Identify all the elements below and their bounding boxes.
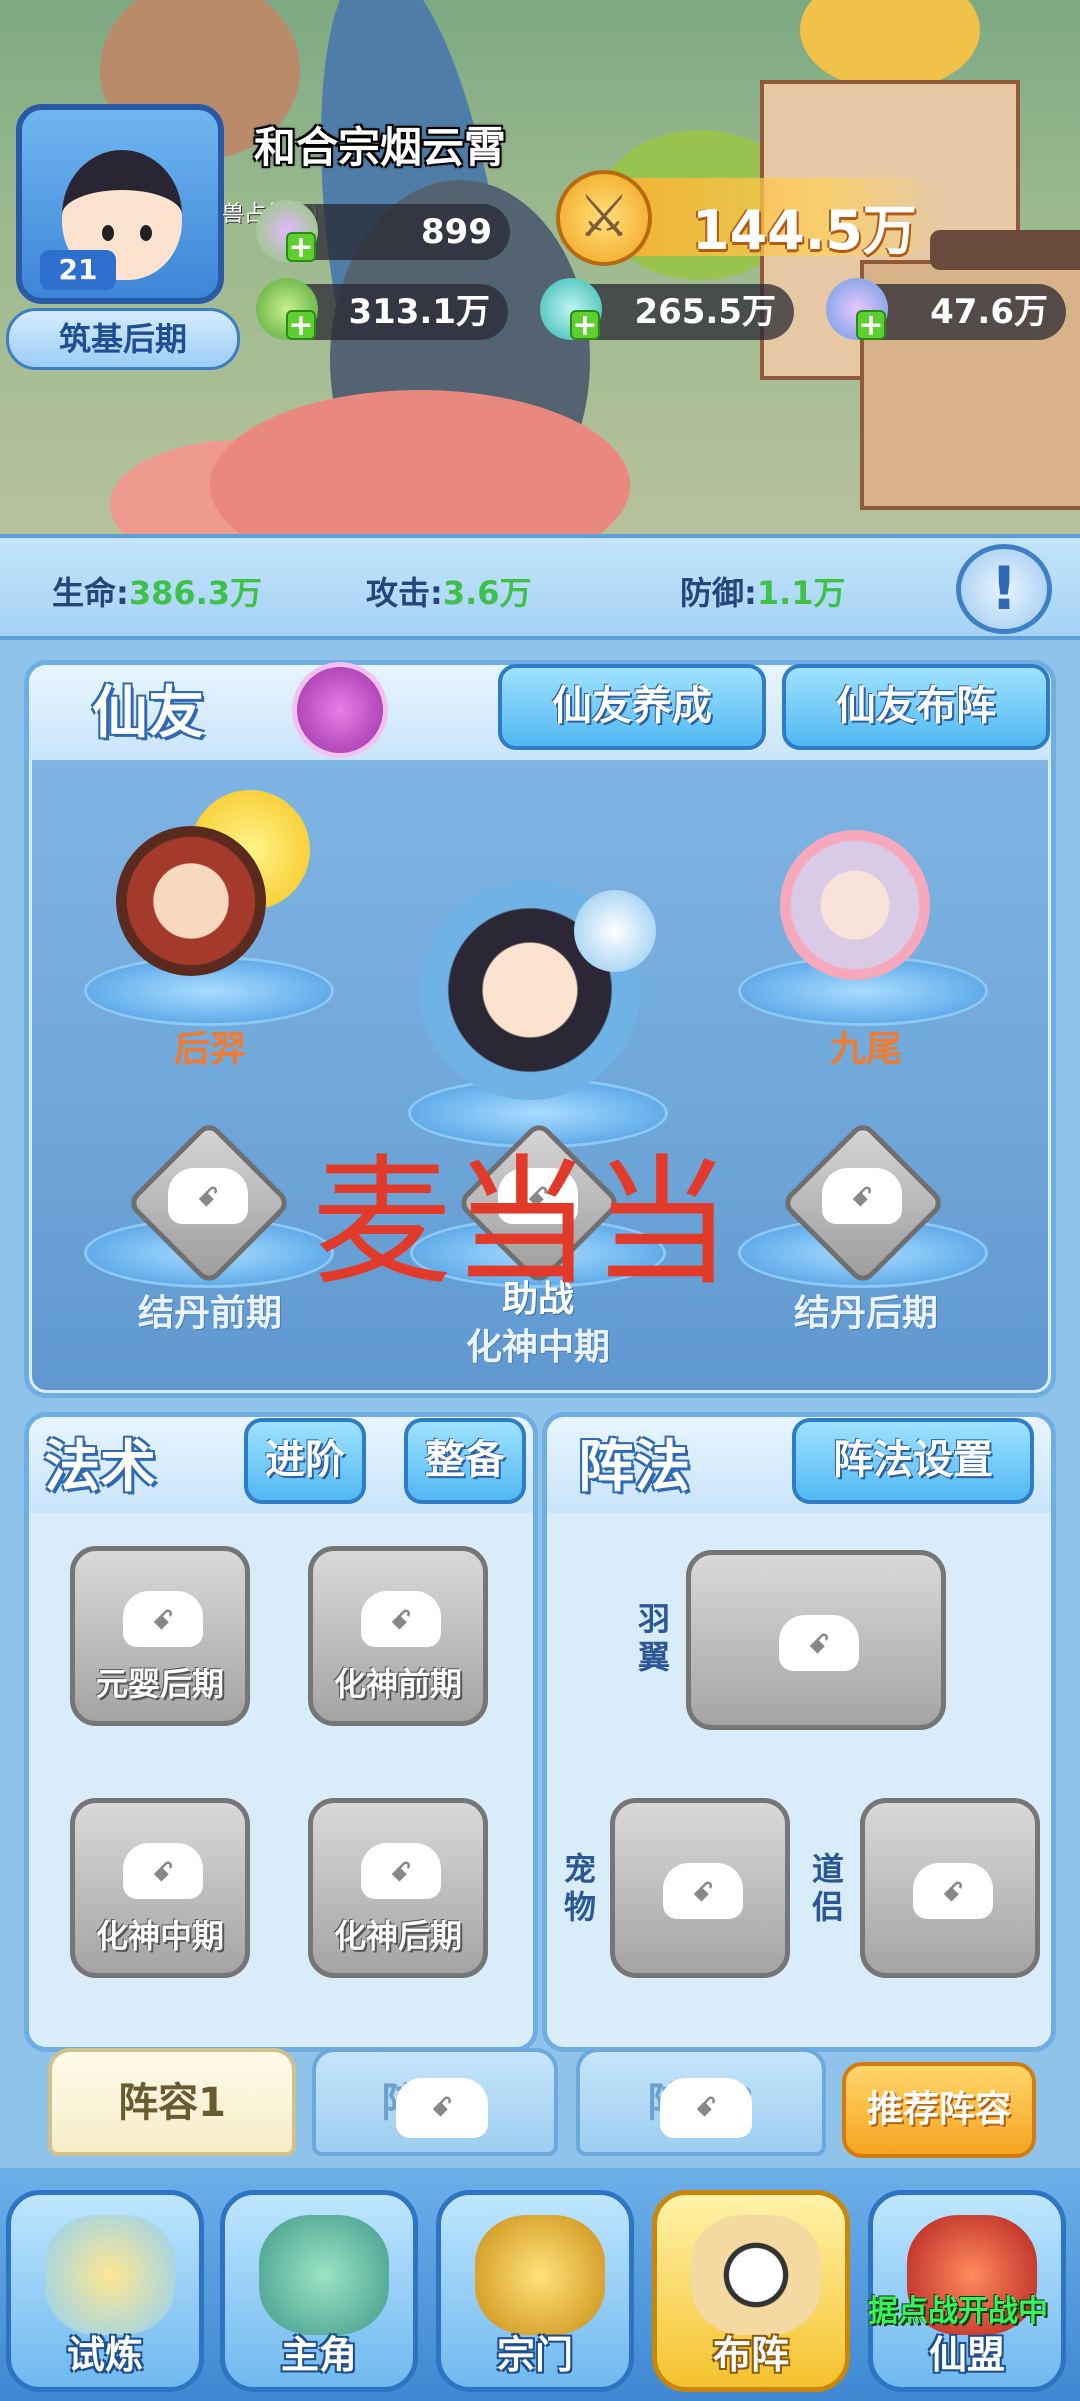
stat-attack-value: 3.6万	[442, 574, 532, 612]
lock-icon: ꗃ	[663, 1863, 743, 1919]
resource-jade-value: 313.1万	[348, 292, 490, 332]
nav-sect-label: 宗门	[496, 2333, 573, 2377]
partner-label: 道侣	[811, 1850, 844, 1926]
lock-icon: ꗃ	[123, 1591, 203, 1647]
nav-alliance-label: 仙盟	[928, 2333, 1005, 2377]
fashu-slot-2-label: 化神前期	[333, 1665, 462, 1703]
incense-burner-icon	[475, 2215, 605, 2335]
lock-icon: ꗃ	[123, 1843, 203, 1899]
fashu-slot-1-label: 元婴后期	[95, 1665, 224, 1703]
recommended-lineup-button[interactable]: 推荐阵容	[842, 2062, 1036, 2158]
stats-bar: 生命:386.3万 攻击:3.6万 防御:1.1万	[0, 534, 1080, 640]
trial-shrine-icon	[45, 2215, 175, 2335]
add-jade-icon[interactable]: +	[286, 310, 316, 341]
nav-hero-label: 主角	[280, 2333, 357, 2377]
zhenfa-title: 阵法	[578, 1435, 690, 1500]
lock-icon: ꗃ	[168, 1168, 248, 1224]
stat-defense: 防御:1.1万	[680, 568, 846, 614]
pet-slot[interactable]: ꗃ	[610, 1798, 790, 1978]
fashu-slot-3[interactable]: ꗃ 化神中期	[70, 1798, 250, 1978]
add-fan-icon[interactable]: +	[856, 310, 886, 341]
fashu-slot-3-label: 化神中期	[95, 1917, 224, 1955]
watermark-text: 麦当当	[312, 1142, 733, 1305]
fashu-advance-button[interactable]: 进阶	[244, 1418, 366, 1504]
stat-defense-label: 防御:	[680, 574, 757, 612]
yin-yang-orb-icon	[574, 890, 656, 972]
locked-slot-right-label: 结丹后期	[793, 1293, 938, 1334]
wing-label: 羽翼	[637, 1600, 670, 1676]
fashu-slot-2[interactable]: ꗃ 化神前期	[308, 1546, 488, 1726]
lock-icon: ꗃ	[396, 2078, 488, 2138]
stat-hp: 生命:386.3万	[52, 568, 262, 614]
zhenfa-settings-button[interactable]: 阵法设置	[792, 1418, 1034, 1504]
add-crystal-icon[interactable]: +	[570, 310, 600, 341]
fashu-slot-1[interactable]: ꗃ 元婴后期	[70, 1546, 250, 1726]
stat-attack-label: 攻击:	[366, 574, 443, 612]
avatar-eye	[102, 225, 114, 241]
partner-slot[interactable]: ꗃ	[860, 1798, 1040, 1978]
alliance-battle-badge: 据点战开战中	[868, 2294, 1048, 2329]
locked-slot-left-label: 结丹前期	[137, 1293, 282, 1334]
meditating-figure-icon	[259, 2215, 389, 2335]
add-orb-icon[interactable]: +	[286, 232, 316, 263]
companion-jiuwei-label: 九尾	[829, 1029, 902, 1070]
pet-label: 宠物	[563, 1850, 596, 1926]
fashu-equip-button[interactable]: 整备	[404, 1418, 526, 1504]
xianyou-cultivate-button[interactable]: 仙友养成	[498, 664, 766, 750]
realm-badge[interactable]: 筑基后期	[6, 308, 240, 370]
fox-emblem-icon[interactable]	[292, 662, 388, 758]
companion-houyi-label: 后羿	[173, 1029, 246, 1070]
lock-icon: ꗃ	[361, 1591, 441, 1647]
xianyou-formation-button[interactable]: 仙友布阵	[782, 664, 1050, 750]
yin-yang-icon	[691, 2215, 821, 2335]
nav-formation-label: 布阵	[712, 2333, 789, 2377]
lock-icon: ꗃ	[361, 1843, 441, 1899]
wing-slot[interactable]: ꗃ	[686, 1550, 946, 1730]
fashu-title: 法术	[44, 1435, 156, 1500]
lock-icon: ꗃ	[779, 1615, 859, 1671]
nav-formation[interactable]: 布阵	[652, 2190, 850, 2392]
info-button[interactable]: !	[956, 544, 1052, 634]
stat-hp-value: 386.3万	[128, 574, 263, 612]
lock-icon: ꗃ	[822, 1168, 902, 1224]
combat-power-value: 144.5万	[692, 199, 917, 262]
player-name: 和合宗烟云霄	[254, 123, 507, 172]
level-badge: 21	[40, 250, 116, 290]
crossed-swords-icon: ⚔	[556, 170, 652, 266]
stat-hp-label: 生命:	[52, 574, 129, 612]
resource-crystal-value: 265.5万	[634, 292, 776, 332]
scene-roof	[930, 230, 1080, 270]
resource-orb-value: 899	[421, 212, 492, 252]
lock-icon: ꗃ	[660, 2078, 752, 2138]
scene-tree	[800, 0, 980, 90]
stat-attack: 攻击:3.6万	[366, 568, 532, 614]
companion-houyi[interactable]	[116, 826, 266, 976]
nav-hero[interactable]: 主角	[220, 2190, 418, 2392]
nav-trial[interactable]: 试炼	[6, 2190, 204, 2392]
lock-icon: ꗃ	[913, 1863, 993, 1919]
fashu-slot-4-label: 化神后期	[333, 1917, 462, 1955]
nav-trial-label: 试炼	[66, 2333, 143, 2377]
tab-lineup-1[interactable]: 阵容1	[48, 2048, 296, 2156]
resource-fan-value: 47.6万	[930, 292, 1048, 332]
stat-defense-value: 1.1万	[756, 574, 846, 612]
avatar-eye	[140, 225, 152, 241]
locked-slot-center-label: 化神中期	[465, 1327, 610, 1368]
xianyou-title: 仙友	[92, 681, 204, 746]
companion-jiuwei[interactable]	[780, 830, 930, 980]
nav-sect[interactable]: 宗门	[436, 2190, 634, 2392]
fashu-slot-4[interactable]: ꗃ 化神后期	[308, 1798, 488, 1978]
